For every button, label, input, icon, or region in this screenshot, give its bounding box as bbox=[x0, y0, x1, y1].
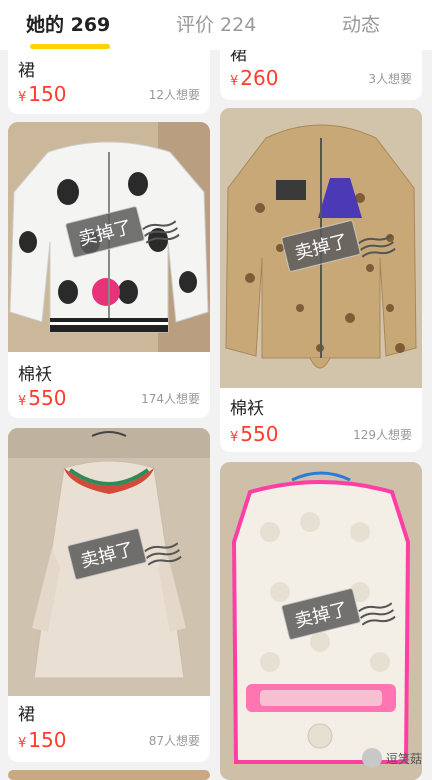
product-price: ¥260 bbox=[230, 66, 278, 90]
sold-stamp: 卖掉了 bbox=[280, 219, 396, 273]
product-price: ¥150 bbox=[18, 82, 66, 106]
price-value: 150 bbox=[28, 82, 67, 106]
product-price: ¥550 bbox=[18, 386, 66, 410]
currency-symbol: ¥ bbox=[230, 430, 239, 445]
currency-symbol: ¥ bbox=[230, 74, 239, 89]
product-card[interactable]: 裙 ¥150 12人想要 bbox=[8, 40, 210, 114]
stamp-lines-icon bbox=[358, 234, 396, 258]
product-price: ¥150 bbox=[18, 728, 66, 752]
sold-stamp: 卖掉了 bbox=[66, 527, 182, 581]
product-card[interactable]: 卖掉了 棉袄 ¥550 174人想要 bbox=[8, 122, 210, 418]
currency-symbol: ¥ bbox=[18, 90, 27, 105]
watermark: 逗笑菇 bbox=[361, 748, 422, 768]
sold-stamp: 卖掉了 bbox=[64, 205, 180, 259]
tab-activity[interactable]: 动态 bbox=[342, 10, 380, 37]
product-card[interactable]: 卖掉了 裙 ¥150 87人想要 bbox=[8, 428, 210, 762]
want-count: 3人想要 bbox=[368, 72, 412, 86]
wechat-logo-icon bbox=[361, 748, 382, 768]
tab-reviews[interactable]: 评价 224 bbox=[176, 10, 256, 37]
want-count: 129人想要 bbox=[353, 428, 412, 442]
sold-stamp: 卖掉了 bbox=[280, 587, 396, 641]
price-value: 260 bbox=[240, 66, 279, 90]
watermark-text: 逗笑菇 bbox=[385, 751, 422, 766]
product-title: 棉袄 bbox=[18, 365, 52, 385]
stamp-lines-icon bbox=[144, 542, 182, 566]
price-value: 150 bbox=[28, 728, 67, 752]
product-photo[interactable] bbox=[8, 770, 210, 780]
want-count: 12人想要 bbox=[148, 88, 200, 102]
product-card[interactable] bbox=[8, 770, 210, 780]
product-title: 裙 bbox=[18, 705, 35, 725]
price-value: 550 bbox=[28, 386, 67, 410]
product-photo[interactable]: 卖掉了 bbox=[8, 428, 210, 696]
want-count: 87人想要 bbox=[148, 734, 200, 748]
price-value: 550 bbox=[240, 422, 279, 446]
product-card[interactable]: 卖掉了 棉袄 ¥550 129人想要 bbox=[220, 108, 422, 452]
product-title: 棉袄 bbox=[230, 399, 264, 419]
currency-symbol: ¥ bbox=[18, 394, 27, 409]
currency-symbol: ¥ bbox=[18, 736, 27, 751]
stamp-lines-icon bbox=[142, 220, 180, 244]
product-card[interactable]: 卖掉了 bbox=[220, 462, 422, 780]
product-title: 裙 bbox=[18, 61, 35, 81]
want-count: 174人想要 bbox=[141, 392, 200, 406]
stamp-lines-icon bbox=[358, 602, 396, 626]
product-photo[interactable]: 卖掉了 bbox=[8, 122, 210, 352]
product-price: ¥550 bbox=[230, 422, 278, 446]
product-photo[interactable]: 卖掉了 bbox=[220, 108, 422, 388]
tab-her-items[interactable]: 她的 269 bbox=[26, 10, 110, 37]
active-tab-indicator bbox=[30, 44, 110, 49]
product-photo[interactable]: 卖掉了 bbox=[220, 462, 422, 780]
tab-bar: 她的 269 评价 224 动态 bbox=[0, 0, 432, 50]
